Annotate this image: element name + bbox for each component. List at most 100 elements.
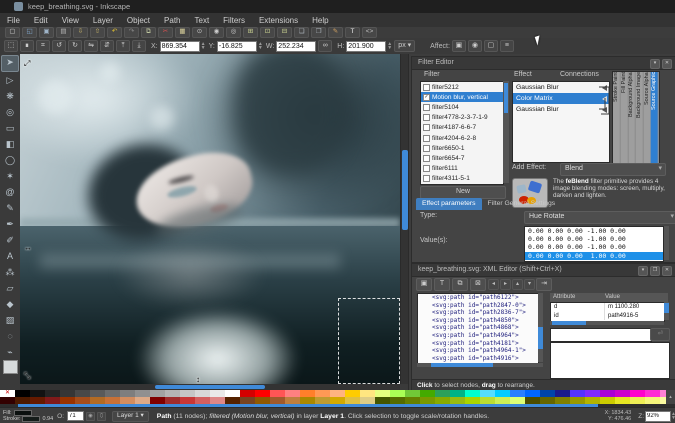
menu-path[interactable]: Path <box>157 14 187 27</box>
affect-gradients-icon[interactable]: ≡ <box>499 40 514 52</box>
pencil-tool[interactable]: ✎ <box>2 201 18 216</box>
xml-tree-node[interactable]: <svg:path id="path6122"> <box>418 294 538 302</box>
save-icon[interactable]: ▣ <box>39 27 54 38</box>
raise-top-icon[interactable]: ⤒ <box>116 40 130 52</box>
unlink-clone-icon[interactable]: ⊟ <box>277 27 292 38</box>
palette-swatch[interactable] <box>45 390 60 397</box>
flip-vertical-icon[interactable]: ⇵ <box>100 40 114 52</box>
palette-swatch[interactable] <box>645 390 660 397</box>
palette-swatch[interactable] <box>105 397 120 404</box>
palette-swatch[interactable] <box>540 390 555 397</box>
clone-icon[interactable]: ⊡ <box>260 27 275 38</box>
tweak-tool[interactable]: ❋ <box>2 89 18 104</box>
filter-checkbox[interactable] <box>423 124 430 132</box>
filter-list-scrollbar-thumb[interactable] <box>504 83 508 113</box>
palette-swatch[interactable] <box>195 397 210 404</box>
affect-move-icon[interactable]: ▣ <box>451 40 466 52</box>
palette-swatch[interactable] <box>510 397 525 404</box>
palette-swatch[interactable] <box>435 397 450 404</box>
rotate-cw-icon[interactable]: ↻ <box>68 40 82 52</box>
filter-list-item[interactable]: filter5104 <box>421 102 503 112</box>
filter-inputs-strip[interactable]: Stroke Paint Fill Paint Background Alpha Ba… <box>612 71 660 165</box>
layer-selector[interactable]: Layer 1 ▾ <box>112 410 149 422</box>
h-field[interactable] <box>346 40 387 52</box>
redo-icon[interactable]: ↷ <box>124 27 139 38</box>
palette-swatch[interactable] <box>390 390 405 397</box>
panel-close-icon[interactable]: ✕ <box>662 59 672 69</box>
rotate-ccw-icon[interactable]: ↺ <box>52 40 66 52</box>
filter-input-source-graphic[interactable]: Source Graphic <box>651 72 660 164</box>
palette-swatch[interactable] <box>135 390 150 397</box>
palette-swatch[interactable] <box>600 397 615 404</box>
palette-swatch[interactable] <box>15 397 30 404</box>
palette-swatch[interactable] <box>360 390 375 397</box>
filter-list-item[interactable]: filter5212 <box>421 82 503 92</box>
panel-close-icon[interactable]: ✕ <box>662 266 672 276</box>
palette-swatch[interactable] <box>60 397 75 404</box>
palette-swatch[interactable] <box>165 397 180 404</box>
palette-swatch[interactable] <box>540 397 555 404</box>
palette-swatch[interactable] <box>120 397 135 404</box>
palette-swatch[interactable]: ✕ <box>0 390 15 397</box>
x-field[interactable] <box>159 40 200 52</box>
menu-extensions[interactable]: Extensions <box>252 14 305 27</box>
effect-primitive-item[interactable]: Gaussian Blur <box>513 82 609 93</box>
palette-swatch[interactable] <box>375 397 390 404</box>
dropper-tool[interactable]: ◌ <box>2 329 18 344</box>
tab-filter-general-settings[interactable]: Filter General Settings <box>482 198 562 210</box>
fill-stroke-icon[interactable]: ✎ <box>328 27 343 38</box>
eraser-tool[interactable]: ▱ <box>2 281 18 296</box>
palette-swatch[interactable] <box>435 390 450 397</box>
attr-vscroll-thumb[interactable] <box>664 303 669 313</box>
palette-swatch[interactable] <box>60 390 75 397</box>
gradient-tool[interactable]: ▨ <box>2 313 18 328</box>
filter-checkbox[interactable] <box>423 165 430 173</box>
palette-swatch[interactable] <box>345 390 360 397</box>
opacity-field[interactable] <box>67 411 85 421</box>
attribute-value-textarea[interactable] <box>550 342 670 379</box>
selector-tool[interactable]: ➤ <box>1 55 19 72</box>
xml-tree-horizontal-scrollbar[interactable] <box>417 363 543 367</box>
add-effect-dropdown[interactable]: Blend ▾ <box>560 163 666 176</box>
palette-swatch[interactable] <box>525 390 540 397</box>
scale-handle-top-left-icon[interactable]: ⤢ <box>24 60 30 68</box>
filter-list-item[interactable]: filter4187-6-6-7 <box>421 123 503 133</box>
palette-swatch[interactable] <box>315 397 330 404</box>
palette-swatch[interactable] <box>450 390 465 397</box>
palette-swatch[interactable] <box>480 390 495 397</box>
matrix-row[interactable]: 0.00 0.00 0.00 -1.00 0.00 <box>525 235 663 243</box>
palette-swatch[interactable] <box>330 390 345 397</box>
filter-list-scrollbar[interactable] <box>503 81 509 183</box>
select-all-icon[interactable]: ⬚ <box>4 40 18 52</box>
palette-swatch[interactable] <box>465 397 480 404</box>
scale-handle-bottom-left-icon[interactable]: ⤡ <box>24 372 30 380</box>
bezier-tool[interactable]: ✒ <box>2 217 18 232</box>
text-tool[interactable]: A <box>2 249 18 264</box>
palette-swatch[interactable] <box>0 397 15 404</box>
filter-list-item[interactable]: filter4204-6-2-8 <box>421 133 503 143</box>
palette-swatch[interactable] <box>30 390 45 397</box>
palette-swatch[interactable] <box>180 390 195 397</box>
palette-swatch[interactable] <box>240 390 255 397</box>
filter-list-item[interactable]: filter6654-7 <box>421 153 503 163</box>
zoom-field[interactable] <box>645 410 671 422</box>
matrix-row[interactable]: 0.00 0.00 0.00 -1.00 0.00 <box>525 227 663 235</box>
palette-swatch[interactable] <box>615 390 630 397</box>
filter-list-item[interactable]: filter4311-5-1 <box>421 174 503 184</box>
copy-icon[interactable]: ⧉ <box>141 27 156 38</box>
menu-file[interactable]: File <box>0 14 27 27</box>
palette-swatch[interactable] <box>420 397 435 404</box>
zoom-spinner[interactable]: ▲ ▼ <box>671 412 675 421</box>
palette-swatch[interactable] <box>255 390 270 397</box>
palette-swatch[interactable] <box>75 397 90 404</box>
palette-swatch[interactable] <box>645 397 660 404</box>
palette-swatch[interactable] <box>525 397 540 404</box>
filter-list-item[interactable]: filter6650-1 <box>421 143 503 153</box>
group-icon[interactable]: ❏ <box>294 27 309 38</box>
ungroup-icon[interactable]: ❐ <box>311 27 326 38</box>
palette-swatch[interactable] <box>45 397 60 404</box>
panel-restore-icon[interactable]: ❐ <box>650 266 660 276</box>
calligraphy-tool[interactable]: ✐ <box>2 233 18 248</box>
menu-filters[interactable]: Filters <box>216 14 252 27</box>
filter-checkbox[interactable] <box>423 175 430 183</box>
